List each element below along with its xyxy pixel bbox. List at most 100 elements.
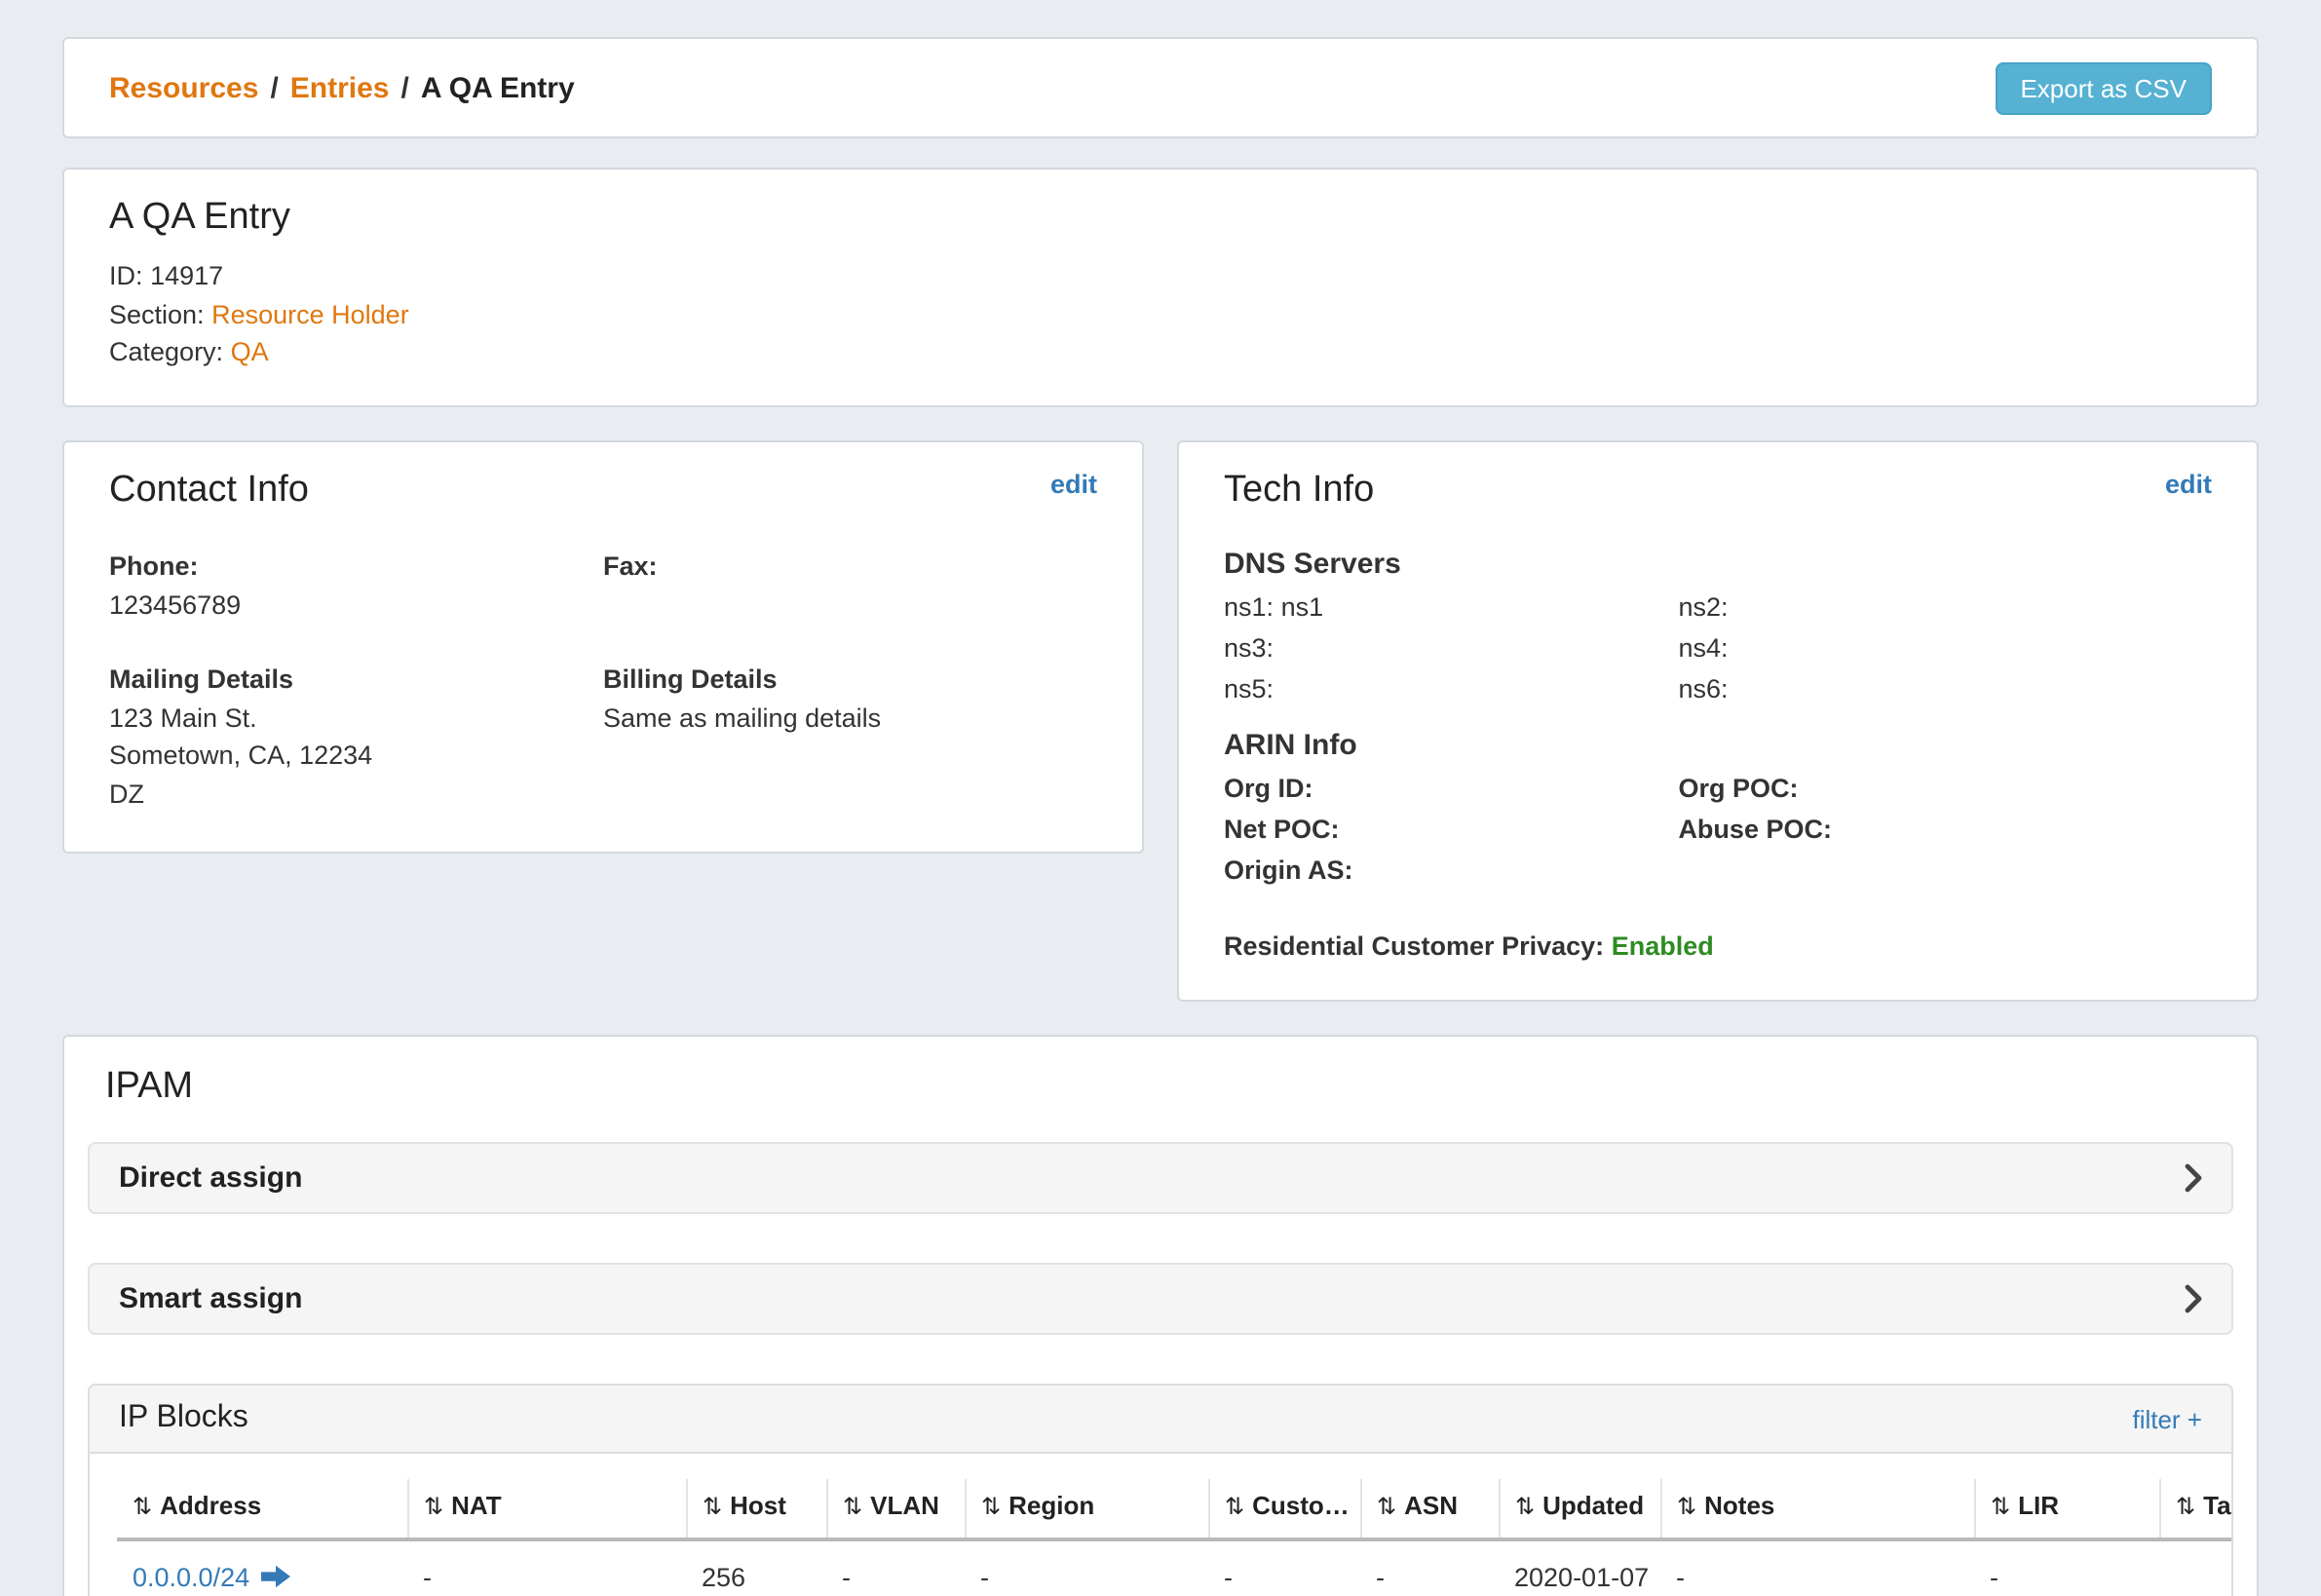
- sort-icon: ⇅: [424, 1493, 443, 1520]
- dns-field: ns5:: [1224, 669, 1678, 710]
- page: Resources / Entries / A QA Entry Export as C…: [0, 0, 2321, 1596]
- contact-info-header: Contact Info edit: [109, 469, 1097, 512]
- chevron-right-icon: [2185, 1284, 2202, 1313]
- arin-label: Origin AS:: [1224, 856, 1353, 886]
- sort-icon: ⇅: [2176, 1493, 2195, 1520]
- col-label: Address: [160, 1491, 261, 1520]
- entry-section-label: Section:: [109, 299, 205, 328]
- col-label: NAT: [451, 1491, 502, 1520]
- dns-field: ns1: ns1: [1224, 588, 1678, 628]
- entry-section-row: Section: Resource Holder: [109, 295, 2212, 333]
- arin-label: Abuse POC:: [1678, 816, 1832, 845]
- col-header-host[interactable]: ⇅Host: [686, 1479, 826, 1539]
- contact-edit-link[interactable]: edit: [1050, 469, 1097, 498]
- col-header-address[interactable]: ⇅ Address: [117, 1479, 407, 1539]
- dns-field: ns6:: [1678, 669, 2212, 710]
- billing-details-value: Same as mailing details: [603, 700, 1097, 738]
- ip-block-link[interactable]: 0.0.0.0/24: [133, 1563, 249, 1592]
- sort-icon: ⇅: [981, 1493, 1001, 1520]
- col-header-nat[interactable]: ⇅ NAT: [407, 1479, 686, 1539]
- billing-details-label: Billing Details: [603, 660, 1097, 700]
- dns-value: ns1: [1281, 591, 1324, 621]
- entry-id-label: ID:: [109, 261, 143, 290]
- filter-link[interactable]: filter +: [2132, 1404, 2202, 1433]
- cell-asn: -: [1360, 1539, 1499, 1596]
- dns-label: ns5:: [1224, 673, 1274, 703]
- page-scale-wrapper: Resources / Entries / A QA Entry Export as C…: [0, 0, 2321, 1596]
- smart-assign-label: Smart assign: [119, 1282, 302, 1315]
- smart-assign-panel[interactable]: Smart assign: [88, 1263, 2233, 1335]
- cell-host: 256: [686, 1539, 826, 1596]
- arin-field: Origin AS:: [1224, 853, 1678, 893]
- col-header-asn[interactable]: ⇅ASN: [1360, 1479, 1499, 1539]
- ipam-title: IPAM: [105, 1066, 2233, 1109]
- arin-field: Org POC:: [1678, 771, 2212, 812]
- fax-label: Fax:: [603, 547, 1097, 587]
- dns-label: ns1:: [1224, 591, 1274, 621]
- cell-address: 0.0.0.0/24: [117, 1539, 407, 1596]
- residential-privacy-row: Residential Customer Privacy: Enabled: [1224, 931, 2212, 961]
- arin-label: Org POC:: [1678, 775, 1798, 804]
- arin-label: Org ID:: [1224, 775, 1313, 804]
- tech-info-title: Tech Info: [1224, 469, 1374, 512]
- breadcrumb-separator: /: [401, 71, 409, 104]
- phone-value: 123456789: [109, 587, 603, 625]
- sort-icon: ⇅: [703, 1493, 722, 1520]
- col-label: Updated: [1542, 1491, 1644, 1520]
- cell-customer: -: [1208, 1539, 1360, 1596]
- col-label: LIR: [2018, 1491, 2059, 1520]
- phone-field: Phone: 123456789: [109, 547, 603, 625]
- col-label: VLAN: [870, 1491, 939, 1520]
- breadcrumb-bar: Resources / Entries / A QA Entry Export as C…: [62, 37, 2259, 138]
- export-csv-button[interactable]: Export as CSV: [1995, 61, 2212, 114]
- ip-blocks-table: ⇅ Address ⇅ NAT ⇅Host ⇅ VLAN ⇅Region ⇅Custo…: [117, 1479, 2231, 1596]
- col-header-notes[interactable]: ⇅ Notes: [1660, 1479, 1974, 1539]
- entry-section-link[interactable]: Resource Holder: [211, 299, 409, 328]
- dns-field: ns2:: [1678, 588, 2212, 628]
- entry-id-value: 14917: [150, 261, 223, 290]
- sort-icon: ⇅: [843, 1493, 862, 1520]
- cell-notes: -: [1660, 1539, 1974, 1596]
- entry-category-link[interactable]: QA: [231, 337, 269, 366]
- dns-label: ns2:: [1678, 591, 1728, 621]
- mailing-line: DZ: [109, 776, 603, 814]
- entry-meta: ID: 14917 Section: Resource Holder Categ…: [109, 257, 2212, 371]
- tech-info-header: Tech Info edit: [1224, 469, 2212, 512]
- arrow-right-icon[interactable]: [261, 1565, 290, 1588]
- info-row: Contact Info edit Phone: 123456789 Fax: …: [62, 439, 2259, 1002]
- sort-icon: ⇅: [1377, 1493, 1396, 1520]
- breadcrumb-separator: /: [270, 71, 278, 104]
- col-header-region[interactable]: ⇅Region: [965, 1479, 1208, 1539]
- sort-icon: ⇅: [133, 1493, 152, 1520]
- arin-field: Net POC:: [1224, 812, 1678, 853]
- col-header-updated[interactable]: ⇅Updated: [1499, 1479, 1660, 1539]
- mailing-line: Sometown, CA, 12234: [109, 738, 603, 776]
- direct-assign-panel[interactable]: Direct assign: [88, 1142, 2233, 1214]
- mailing-details-field: Mailing Details 123 Main St. Sometown, C…: [109, 660, 603, 814]
- col-header-lir[interactable]: ⇅LIR: [1974, 1479, 2159, 1539]
- sort-icon: ⇅: [1677, 1493, 1696, 1520]
- col-header-vlan[interactable]: ⇅ VLAN: [826, 1479, 965, 1539]
- dns-field: ns4:: [1678, 628, 2212, 669]
- cell-lir: -: [1974, 1539, 2159, 1596]
- privacy-label: Residential Customer Privacy:: [1224, 931, 1604, 961]
- contact-grid: Phone: 123456789 Fax: Mailing Details 12…: [109, 547, 1097, 814]
- entry-id-row: ID: 14917: [109, 257, 2212, 295]
- sort-icon: ⇅: [1225, 1493, 1244, 1520]
- col-label: Notes: [1704, 1491, 1774, 1520]
- arin-field: Abuse POC:: [1678, 812, 2212, 853]
- col-header-tag[interactable]: ⇅Tag: [2159, 1479, 2231, 1539]
- cell-nat: -: [407, 1539, 686, 1596]
- cell-updated: 2020-01-07: [1499, 1539, 1660, 1596]
- phone-label: Phone:: [109, 547, 603, 587]
- dns-field: ns3:: [1224, 628, 1678, 669]
- tech-edit-link[interactable]: edit: [2165, 469, 2212, 498]
- entry-category-row: Category: QA: [109, 333, 2212, 371]
- direct-assign-label: Direct assign: [119, 1161, 302, 1195]
- col-header-customer[interactable]: ⇅Custo…: [1208, 1479, 1360, 1539]
- ip-blocks-header: IP Blocks filter +: [90, 1386, 2231, 1454]
- table-row[interactable]: 0.0.0.0/24 - 256 - - - - 2020-01-07 - -: [117, 1539, 2231, 1596]
- breadcrumb-link-entries[interactable]: Entries: [290, 71, 390, 104]
- breadcrumb-current: A QA Entry: [421, 71, 575, 104]
- breadcrumb-link-resources[interactable]: Resources: [109, 71, 258, 104]
